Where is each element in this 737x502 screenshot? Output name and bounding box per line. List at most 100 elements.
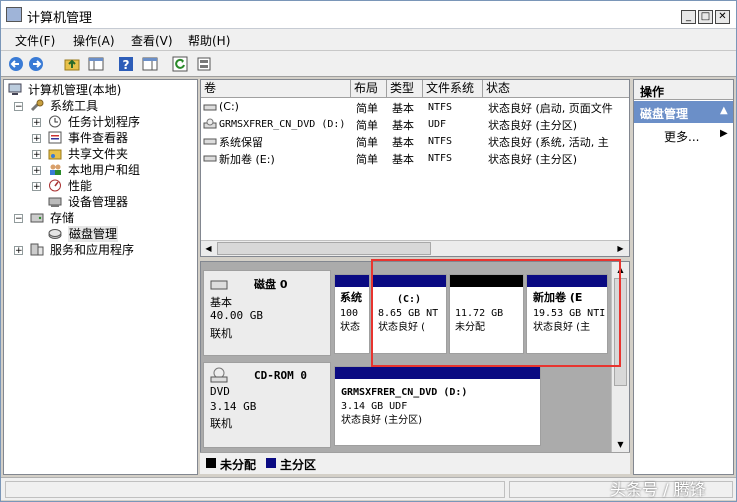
dvd-drive-icon [203,118,217,131]
actions-title: 操作 [640,85,665,99]
partition-system-reserved[interactable]: 系统 100 状态 [334,274,370,354]
volume-filesystem: NTFS [428,153,453,164]
disk-properties-icon[interactable] [195,55,213,73]
cdrom0-type: DVD [210,385,230,398]
volume-status: 状态良好 (主分区) [488,153,578,166]
tree-event-viewer-label: 事件查看器 [68,131,129,145]
volume-layout: 简单 [356,136,378,149]
collapse-arrow-icon[interactable]: ▲ [720,105,728,116]
expand-icon[interactable]: + [32,182,41,192]
tree-local-users-label: 本地用户和组 [68,163,141,177]
scroll-left-icon[interactable]: ◀ [202,242,215,255]
table-row[interactable]: GRMSXFRER_CN_DVD (D:) 简单 基本 UDF 状态良好 (主分… [201,116,629,133]
volume-type: 基本 [392,153,414,166]
back-arrow-icon[interactable] [7,55,25,73]
expand-icon[interactable]: + [32,150,41,160]
volume-name: (C:) [219,100,239,113]
disk0-label[interactable]: 磁盘 0 基本 40.00 GB 联机 [203,270,331,356]
partition-dvd[interactable]: GRMSXFRER_CN_DVD (D:) 3.14 GB UDF 状态良好 (… [334,366,541,446]
actions-header: 操作 [634,80,733,100]
menu-help[interactable]: 帮助(H) [188,32,230,49]
volume-filesystem: UDF [428,119,447,130]
performance-icon [48,179,62,192]
legend-primary: 主分区 [280,458,317,472]
volume-name: 新加卷 (E:) [219,153,275,166]
volume-layout: 简单 [356,119,378,132]
close-button[interactable]: ✕ [715,10,730,24]
table-row[interactable]: 系统保留 简单 基本 NTFS 状态良好 (系统, 活动, 主 [201,133,629,150]
column-header-type[interactable]: 类型 [387,80,423,98]
table-row[interactable]: 新加卷 (E:) 简单 基本 NTFS 状态良好 (主分区) [201,150,629,167]
services-icon [30,243,44,256]
partition-status: 状态 [340,322,360,333]
column-header-layout[interactable]: 布局 [351,80,387,98]
disk-legend: 未分配 主分区 [200,452,630,474]
tree-task-scheduler-label: 任务计划程序 [68,115,141,129]
volume-type: 基本 [392,136,414,149]
status-segment [5,481,505,498]
disk0-name: 磁盘 0 [254,278,288,291]
volume-filesystem: NTFS [428,102,453,113]
tree-device-manager-label: 设备管理器 [68,195,129,209]
computer-management-icon [6,7,22,22]
cdrom0-label[interactable]: CD-ROM 0 DVD 3.14 GB 联机 [203,362,331,448]
column-header-volume[interactable]: 卷 [201,80,351,98]
shared-folder-icon [48,147,62,160]
disk-icon [210,279,228,293]
partition-status: 状态良好 (主分区) [341,415,422,426]
view-pane-icon[interactable] [141,55,159,73]
partition-size: 100 [340,308,359,319]
menu-action[interactable]: 操作(A) [73,32,115,49]
expand-icon[interactable]: + [14,246,23,256]
primary-partition-bar [335,367,540,379]
maximize-button[interactable]: □ [698,10,713,24]
volume-layout: 简单 [356,102,378,115]
folder-up-icon[interactable] [63,55,81,73]
scroll-thumb[interactable] [217,242,431,255]
scroll-down-icon[interactable]: ▼ [614,438,627,451]
expand-icon[interactable]: + [32,134,41,144]
action-more[interactable]: 更多... ▶ [634,126,733,144]
volume-status: 状态良好 (系统, 活动, 主 [488,136,609,149]
expand-icon[interactable]: + [32,118,41,128]
svg-text:?: ? [123,58,130,72]
column-header-filesystem[interactable]: 文件系统 [423,80,483,98]
primary-partition-bar [335,275,369,287]
expand-icon[interactable]: + [32,166,41,176]
device-manager-icon [48,195,62,208]
actions-section-disk-management[interactable]: 磁盘管理 ▲ [634,101,733,123]
dvd-drive-icon [210,367,228,386]
help-icon[interactable]: ? [117,55,135,73]
minimize-button[interactable]: _ [681,10,696,24]
tree-system-tools-label: 系统工具 [50,99,99,113]
menu-file[interactable]: 文件(F) [15,32,55,49]
drive-icon [203,135,217,148]
title-bar[interactable]: 计算机管理 _ □ ✕ [1,1,736,29]
refresh-icon[interactable] [171,55,189,73]
volume-list: 卷 布局 类型 文件系统 状态 (C:) 简单 基本 NTFS 状态良好 (启动… [200,79,630,257]
table-row[interactable]: (C:) 简单 基本 NTFS 状态良好 (启动, 页面文件 [201,99,629,116]
actions-pane: 操作 磁盘管理 ▲ 更多... ▶ [633,79,734,475]
collapse-icon[interactable]: − [14,214,23,224]
disk0-type: 基本 [210,296,232,309]
volume-status: 状态良好 (启动, 页面文件 [488,102,613,115]
menu-view[interactable]: 查看(V) [131,32,173,49]
actions-section-label: 磁盘管理 [640,107,689,121]
disk-management-icon [48,227,62,240]
horizontal-scrollbar[interactable]: ◀ ▶ [201,240,629,256]
console-tree-icon[interactable] [87,55,105,73]
storage-icon [30,211,44,224]
scroll-right-icon[interactable]: ▶ [614,242,627,255]
partition-name: 系统 [340,291,362,304]
partition-size: 3.14 GB UDF [341,401,408,412]
cdrom0-state: 联机 [210,417,232,430]
forward-arrow-icon[interactable] [27,55,45,73]
action-more-label: 更多... [664,130,700,144]
unallocated-swatch [206,458,216,468]
drive-icon [203,152,217,165]
volume-filesystem: NTFS [428,136,453,147]
primary-swatch [266,458,276,468]
computer-icon [8,83,22,96]
column-header-status[interactable]: 状态 [483,80,629,98]
collapse-icon[interactable]: − [14,102,23,112]
